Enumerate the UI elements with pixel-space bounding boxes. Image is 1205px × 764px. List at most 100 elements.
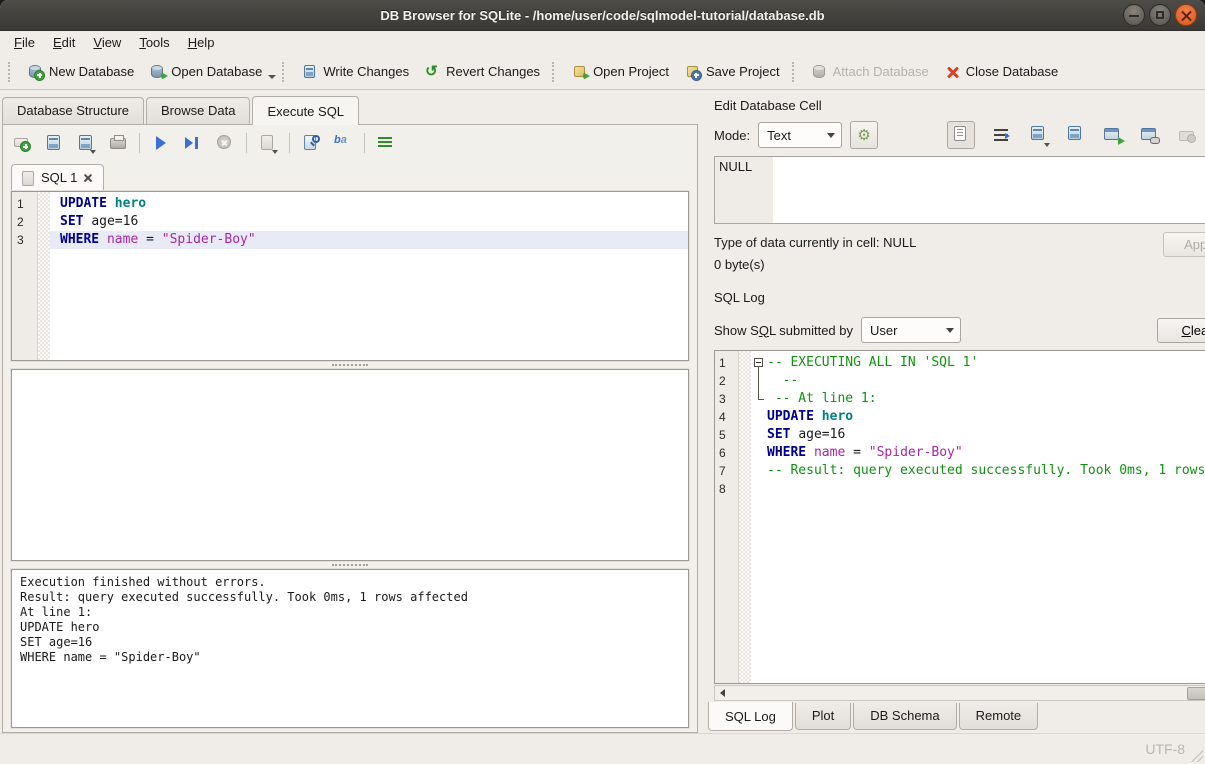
execute-sql-pane: ba SQL 1 1 2 3 — [2, 124, 698, 733]
open-project-button[interactable]: Open Project — [564, 60, 677, 84]
submitted-by-select[interactable]: User — [861, 317, 961, 343]
scroll-left-arrow[interactable] — [715, 686, 729, 700]
execute-all-button[interactable] — [152, 134, 170, 152]
menu-edit[interactable]: Edit — [45, 33, 83, 52]
sql-editor[interactable]: 1 2 3 UPDATE hero SET age=16 WHERE name … — [11, 191, 689, 361]
print-sql-button[interactable] — [109, 134, 127, 152]
close-sql-tab-icon[interactable] — [83, 173, 93, 183]
encoding-indicator[interactable]: UTF-8 — [1145, 741, 1185, 757]
export-cell-button[interactable] — [1066, 125, 1086, 145]
tab-remote[interactable]: Remote — [959, 703, 1039, 730]
copy-link-button[interactable] — [1140, 125, 1160, 145]
auto-switch-mode-button[interactable]: ⚙ — [850, 121, 878, 149]
log-line — [751, 480, 1205, 498]
main-toolbar: New Database Open Database Write Changes… — [0, 54, 1205, 90]
log-line: -- — [751, 372, 1205, 390]
revert-changes-button[interactable]: ↺ Revert Changes — [417, 60, 548, 84]
new-database-button[interactable]: New Database — [20, 60, 142, 84]
tab-browse-data[interactable]: Browse Data — [146, 97, 250, 124]
save-sql-file-button[interactable] — [77, 134, 95, 152]
log-line: -- Result: query executed successfully. … — [751, 462, 1205, 480]
scroll-thumb[interactable] — [1187, 687, 1205, 700]
fold-collapse-icon[interactable] — [754, 358, 763, 367]
open-database-button[interactable]: Open Database — [142, 60, 270, 84]
log-line: UPDATE hero — [751, 408, 1205, 426]
execution-message-line: Result: query executed successfully. Too… — [20, 590, 468, 604]
tab-sql-log[interactable]: SQL Log — [708, 702, 793, 731]
find-replace-button[interactable]: ba — [334, 134, 352, 152]
sql-file-tab[interactable]: SQL 1 — [11, 164, 104, 191]
import-cell-button[interactable] — [1029, 125, 1049, 145]
main-tab-bar: Database Structure Browse Data Execute S… — [0, 94, 700, 124]
results-pane[interactable] — [11, 369, 689, 561]
toolbar-separator — [282, 62, 290, 82]
execution-message-box[interactable]: Execution finished without errors. Resul… — [11, 569, 689, 728]
chevron-down-icon — [946, 328, 954, 333]
cell-value-editor[interactable]: NULL — [714, 156, 1205, 224]
scroll-track[interactable] — [729, 686, 1205, 700]
set-null-button[interactable] — [1177, 125, 1197, 145]
resize-grip[interactable] — [1191, 750, 1203, 762]
execution-message-line: At line 1: — [20, 605, 92, 619]
sql-log-view[interactable]: 1 2 3 4 5 6 7 8 -- EXECUTING ALL IN 'SQL… — [714, 350, 1205, 684]
execution-message-line: WHERE name = "Spider-Boy" — [20, 650, 201, 664]
editor-fold-margin — [38, 192, 50, 360]
tab-database-structure[interactable]: Database Structure — [2, 97, 144, 124]
save-project-button[interactable]: Save Project — [677, 60, 788, 84]
toolbar-handle — [8, 62, 16, 82]
mode-select[interactable]: Text — [758, 122, 842, 148]
log-fold-margin — [739, 351, 751, 683]
tab-plot[interactable]: Plot — [795, 703, 851, 730]
find-button[interactable] — [302, 134, 320, 152]
sql-file-tab-bar: SQL 1 — [3, 161, 697, 191]
tab-db-schema[interactable]: DB Schema — [853, 703, 956, 730]
open-database-dropdown[interactable] — [268, 75, 276, 79]
log-line: SET age=16 — [751, 426, 1205, 444]
open-external-button[interactable] — [1103, 125, 1123, 145]
results-message-splitter[interactable] — [3, 561, 697, 569]
log-horizontal-scrollbar[interactable] — [714, 685, 1205, 701]
editor-code-area[interactable]: UPDATE hero SET age=16 WHERE name = "Spi… — [50, 192, 688, 360]
menu-tools[interactable]: Tools — [131, 33, 177, 52]
save-results-button[interactable] — [259, 134, 277, 152]
editor-results-splitter[interactable] — [3, 361, 697, 369]
log-code-area[interactable]: -- EXECUTING ALL IN 'SQL 1' -- -- At lin… — [751, 351, 1205, 683]
toolbar-separator — [792, 62, 800, 82]
execute-line-button[interactable] — [184, 134, 202, 152]
open-database-icon — [150, 64, 166, 80]
stop-execution-button[interactable] — [216, 134, 234, 152]
cell-value: NULL — [715, 157, 752, 223]
open-sql-tab-button[interactable] — [13, 134, 31, 152]
open-sql-file-button[interactable] — [45, 134, 63, 152]
menu-help[interactable]: Help — [180, 33, 223, 52]
cell-type-text: Type of data currently in cell: NULL — [714, 232, 1163, 254]
cell-mode-row: Mode: Text ⚙ — [706, 118, 1205, 152]
maximize-button[interactable] — [1149, 4, 1171, 26]
close-button[interactable] — [1175, 4, 1197, 26]
execution-message-line: UPDATE hero — [20, 620, 99, 634]
sql-log-filter-row: Show SQL submitted by User Clear — [706, 310, 1205, 350]
attach-database-icon — [812, 64, 828, 80]
code-line: UPDATE hero — [50, 195, 688, 213]
right-panel: Edit Database Cell Mode: Text ⚙ — [706, 90, 1205, 733]
menu-view[interactable]: View — [85, 33, 129, 52]
tab-execute-sql[interactable]: Execute SQL — [252, 96, 359, 125]
minimize-button[interactable] — [1123, 4, 1145, 26]
cell-info-row: Type of data currently in cell: NULL 0 b… — [706, 224, 1205, 276]
gear-icon: ⚙ — [857, 128, 870, 143]
toolbar-separator — [552, 62, 560, 82]
sql-log-title: SQL Log — [714, 290, 1205, 305]
edit-cell-title: Edit Database Cell — [714, 98, 1205, 113]
text-view-button[interactable] — [947, 121, 975, 149]
write-changes-button[interactable]: Write Changes — [294, 60, 417, 84]
close-database-button[interactable]: Close Database — [937, 60, 1067, 84]
status-bar: UTF-8 — [0, 733, 1205, 764]
menu-file[interactable]: File — [6, 33, 43, 52]
apply-button[interactable]: Apply — [1163, 232, 1205, 257]
sql-file-icon — [22, 170, 35, 185]
word-wrap-button[interactable] — [992, 125, 1012, 145]
attach-database-button[interactable]: Attach Database — [804, 60, 937, 84]
edit-cell-dock-header: Edit Database Cell — [706, 90, 1205, 118]
clear-log-button[interactable]: Clear — [1157, 318, 1205, 343]
format-sql-button[interactable] — [377, 134, 395, 152]
